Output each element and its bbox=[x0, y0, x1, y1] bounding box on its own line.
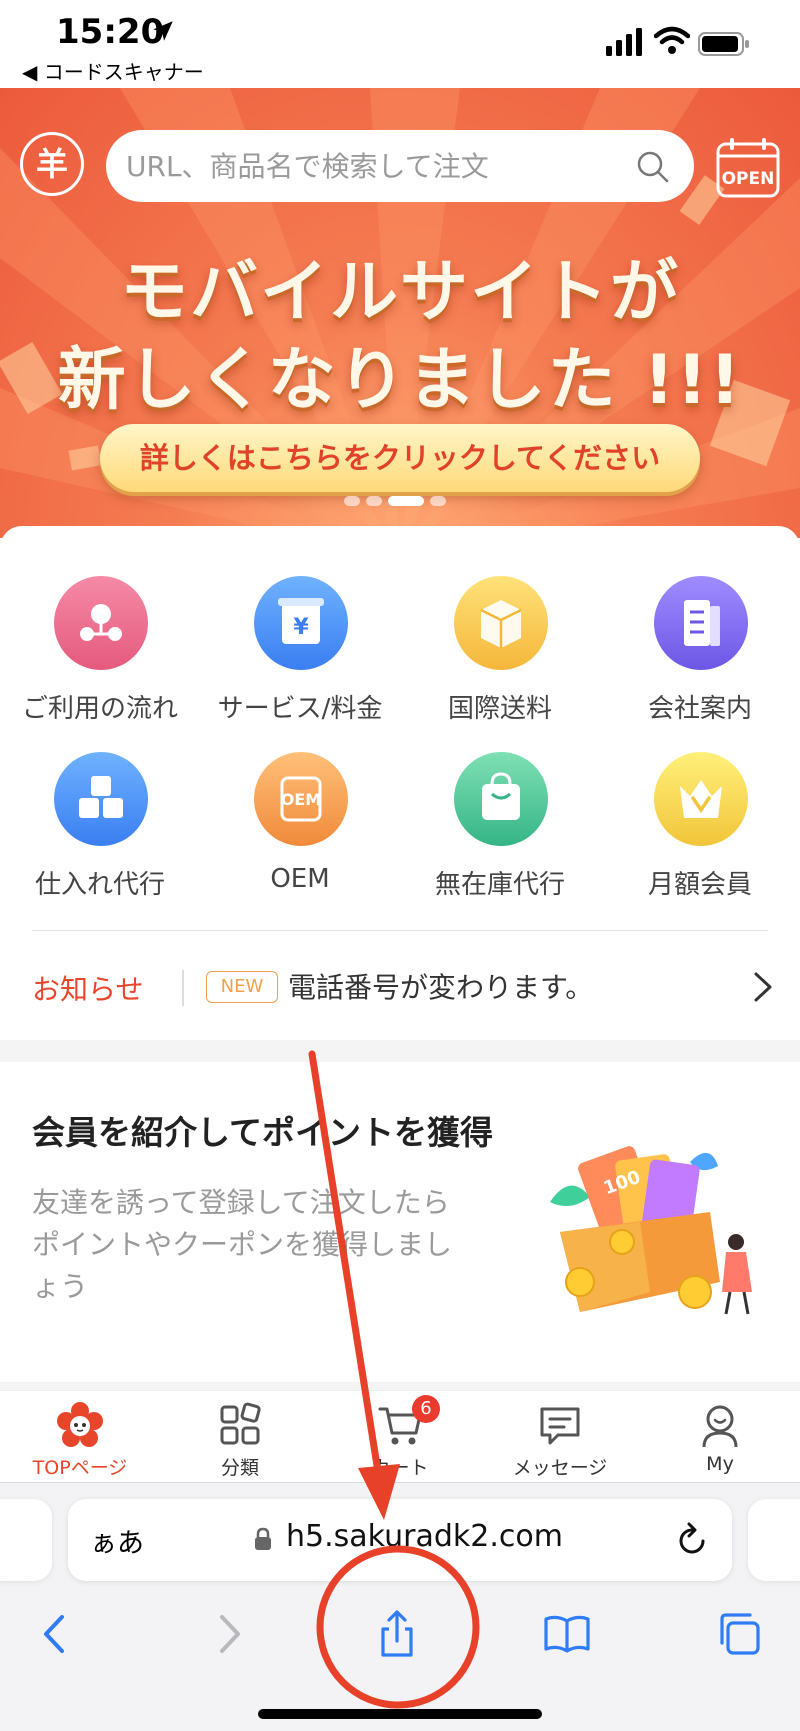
chevron-right-icon[interactable] bbox=[752, 970, 774, 1004]
location-arrow-icon bbox=[153, 21, 173, 41]
divider bbox=[32, 930, 768, 931]
tab-top[interactable]: TOPページ bbox=[0, 1391, 160, 1483]
carousel-dot[interactable] bbox=[366, 496, 382, 506]
promo-banner[interactable]: 羊 OPEN モバイルサイトが 新しくなりました !!! 詳しくはこちらをクリッ… bbox=[0, 88, 800, 538]
carousel-dots[interactable] bbox=[344, 496, 452, 508]
vip-crown-icon bbox=[654, 752, 748, 846]
service-label: 無在庫代行 bbox=[434, 870, 565, 900]
page-settings-button[interactable]: ぁあ bbox=[90, 1521, 144, 1560]
lock-icon bbox=[255, 1527, 271, 1550]
open-badge-text: OPEN bbox=[722, 169, 775, 189]
shipping-box-icon bbox=[454, 576, 548, 670]
service-label: 会社案内 bbox=[647, 694, 752, 724]
bookmarks-icon[interactable] bbox=[542, 1609, 592, 1659]
sakura-home-icon bbox=[57, 1402, 103, 1447]
search-icon[interactable] bbox=[636, 150, 670, 184]
new-badge: NEW bbox=[206, 971, 278, 1003]
search-input[interactable] bbox=[126, 142, 626, 190]
battery-icon bbox=[698, 32, 749, 56]
svg-text:¥: ¥ bbox=[293, 615, 309, 640]
open-calendar-icon[interactable]: OPEN bbox=[716, 136, 780, 198]
section-gap bbox=[0, 1040, 800, 1062]
search-bar[interactable] bbox=[106, 130, 694, 202]
carousel-dot[interactable] bbox=[430, 496, 446, 506]
tab-label: My bbox=[706, 1453, 734, 1475]
tab-label: メッセージ bbox=[512, 1457, 608, 1479]
banner-title-line1: モバイルサイトが bbox=[119, 253, 680, 332]
bottom-tab-bar: TOPページ 分類 6 カート メッセージ My bbox=[0, 1390, 800, 1482]
notice-text[interactable]: 電話番号が変わります。 bbox=[288, 966, 593, 1006]
referral-card[interactable]: 会員を紹介してポイントを獲得 友達を誘って登録して注文したらポイントやクーポンを… bbox=[0, 1062, 800, 1382]
service-label: サービス/料金 bbox=[217, 694, 383, 724]
service-item-oem[interactable]: OEM OEM bbox=[200, 752, 400, 902]
service-label: OEM bbox=[270, 864, 330, 894]
service-label: 仕入れ代行 bbox=[34, 870, 165, 900]
service-label: 月額会員 bbox=[647, 870, 752, 900]
service-item-shipping[interactable]: 国際送料 bbox=[400, 576, 600, 726]
svg-text:OEM: OEM bbox=[281, 790, 321, 809]
bag-icon bbox=[454, 752, 548, 846]
site-logo[interactable]: 羊 bbox=[20, 132, 84, 196]
category-grid-icon bbox=[220, 1402, 261, 1445]
reload-icon[interactable] bbox=[676, 1521, 710, 1559]
services-card: ご利用の流れ ¥ サービス/料金 国際送料 会社案内 仕入れ代行 OEM OEM bbox=[0, 526, 800, 1040]
carousel-dot-active[interactable] bbox=[388, 496, 424, 506]
cubes-icon bbox=[54, 752, 148, 846]
previous-tab-preview[interactable] bbox=[0, 1499, 52, 1581]
service-label: ご利用の流れ bbox=[21, 694, 178, 724]
service-item-dropship[interactable]: 無在庫代行 bbox=[400, 752, 600, 902]
referral-description: 友達を誘って登録して注文したらポイントやクーポンを獲得しましょう bbox=[32, 1186, 453, 1303]
service-item-membership[interactable]: 月額会員 bbox=[600, 752, 800, 902]
price-icon: ¥ bbox=[254, 576, 348, 670]
service-label: 国際送料 bbox=[447, 694, 552, 724]
status-time: 15:20 bbox=[56, 12, 165, 52]
address-bar[interactable]: ぁあ h5.sakuradk2.com bbox=[68, 1499, 732, 1581]
tab-cart[interactable]: 6 カート bbox=[320, 1391, 480, 1483]
tab-label: TOPページ bbox=[32, 1457, 128, 1479]
share-icon[interactable] bbox=[372, 1609, 422, 1659]
signal-icon bbox=[606, 28, 642, 56]
tabs-icon[interactable] bbox=[714, 1609, 764, 1659]
service-item-flow[interactable]: ご利用の流れ bbox=[0, 576, 200, 726]
banner-cta-button[interactable]: 詳しくはこちらをクリックしてください bbox=[100, 424, 700, 492]
message-icon bbox=[540, 1407, 580, 1445]
forward-icon[interactable] bbox=[204, 1609, 254, 1659]
notice-separator bbox=[182, 970, 184, 1006]
carousel-dot[interactable] bbox=[344, 496, 360, 506]
banner-title-line2: 新しくなりました !!! bbox=[57, 341, 743, 420]
referral-gift-illustration: 100 bbox=[550, 1146, 752, 1315]
wifi-icon bbox=[654, 26, 690, 54]
cart-count-badge: 6 bbox=[412, 1395, 440, 1423]
service-item-company[interactable]: 会社案内 bbox=[600, 576, 800, 726]
status-bar: 15:20 ◀ コードスキャナー bbox=[0, 0, 800, 88]
service-item-price[interactable]: ¥ サービス/料金 bbox=[200, 576, 400, 726]
browser-toolbar: ぁあ h5.sakuradk2.com bbox=[0, 1482, 800, 1731]
home-indicator bbox=[258, 1709, 542, 1719]
company-book-icon bbox=[654, 576, 748, 670]
tab-label: 分類 bbox=[220, 1457, 259, 1479]
flow-icon bbox=[54, 576, 148, 670]
referral-title: 会員を紹介してポイントを獲得 bbox=[32, 1113, 494, 1152]
tab-category[interactable]: 分類 bbox=[160, 1391, 320, 1483]
url-text[interactable]: h5.sakuradk2.com bbox=[286, 1519, 563, 1554]
user-icon bbox=[702, 1405, 738, 1448]
next-tab-preview[interactable] bbox=[748, 1499, 800, 1581]
tab-message[interactable]: メッセージ bbox=[480, 1391, 640, 1483]
oem-icon: OEM bbox=[254, 752, 348, 846]
tab-my[interactable]: My bbox=[640, 1391, 800, 1483]
back-icon[interactable] bbox=[30, 1609, 80, 1659]
notice-label[interactable]: お知らせ bbox=[32, 968, 143, 1008]
back-to-app-link[interactable]: ◀ コードスキャナー bbox=[22, 56, 204, 85]
tab-label: カート bbox=[371, 1457, 429, 1479]
service-item-purchasing[interactable]: 仕入れ代行 bbox=[0, 752, 200, 902]
